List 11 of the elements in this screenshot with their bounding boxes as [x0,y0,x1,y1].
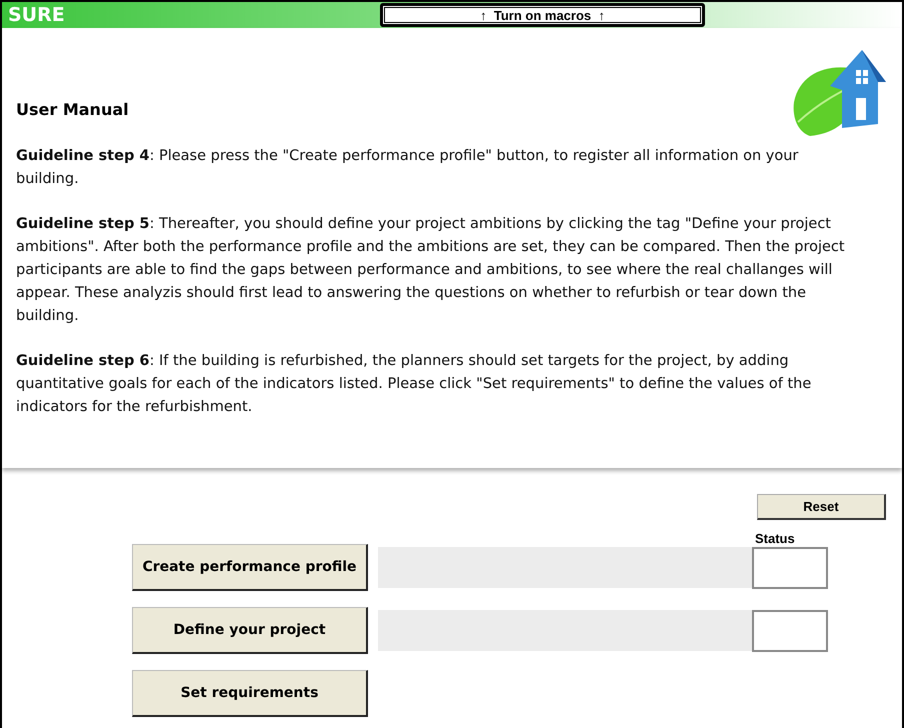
manual-title: User Manual [16,100,130,119]
status-label: Status [755,531,795,546]
guideline-paragraph: Guideline step 4: Please press the "Create performance profile" button, to register all information on your building. [16,147,800,189]
action-button[interactable]: Define your project [132,607,368,654]
action-button[interactable]: Create performance profile [132,544,368,591]
action-button[interactable]: Set requirements [132,670,368,717]
reset-button[interactable]: Reset [757,494,886,520]
macros-button[interactable]: ↑ Turn on macros ↑ [380,3,705,27]
app-title: SURE [7,4,65,26]
guideline-paragraph: Guideline step 5: Thereafter, you should define your project ambitions by clicking the tag "Define your project ambitions". After both the performance profile and the ambitions are set, they can be compared. Then the project participants are able to find the gaps between performance and ambitions, to see where the real challanges will appear. These analyzis should first lead to answering the questions on whether to refurbish or tear down the building. [16,215,846,326]
guideline-paragraph: Guideline step 6: If the building is refurbished, the planners should set targets for the project, by adding quantitative goals for each of the indicators listed. Please click "Set requirements" to define the values of the indicators for the refurbishment. [16,352,812,417]
